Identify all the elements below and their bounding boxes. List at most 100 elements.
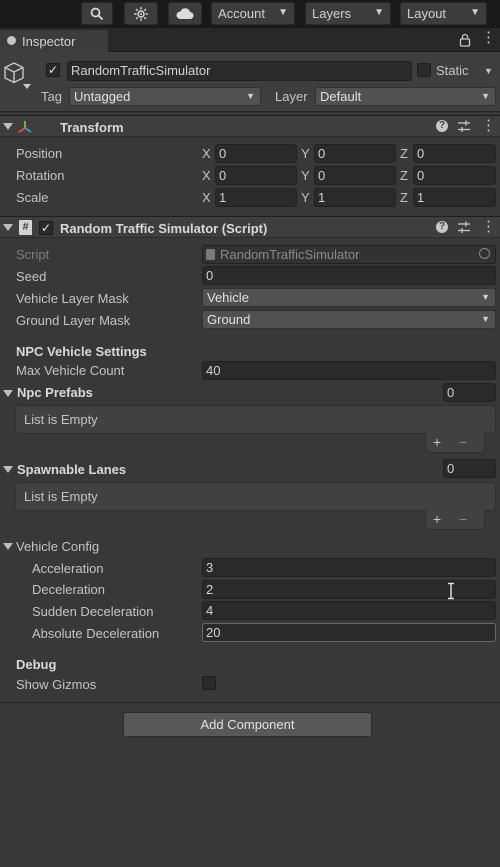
chevron-down-icon: ▼ (374, 7, 384, 18)
presets-icon[interactable] (457, 120, 471, 133)
axis-y-label: Y (301, 168, 310, 183)
npc-prefabs-label: Npc Prefabs (17, 385, 93, 400)
show-gizmos-checkbox[interactable] (202, 676, 216, 690)
acceleration-field[interactable]: 3 (202, 558, 496, 577)
add-element-button[interactable]: + (433, 511, 441, 527)
list-empty-text: List is Empty (24, 489, 98, 504)
vehicle-layer-mask-value: Vehicle (207, 290, 249, 305)
chevron-down-icon: ▼ (481, 314, 490, 324)
lock-icon[interactable] (459, 33, 471, 47)
info-icon (7, 36, 16, 45)
rotation-y-field[interactable]: 0 (314, 166, 396, 185)
acceleration-label: Acceleration (32, 561, 104, 576)
tab-strip: Inspector ⋮ (0, 28, 500, 52)
transform-title: Transform (60, 120, 124, 135)
layout-label: Layout (407, 6, 447, 21)
layout-dropdown[interactable]: Layout ▼ (400, 2, 487, 25)
sudden-deceleration-label: Sudden Deceleration (32, 604, 154, 619)
absolute-deceleration-field[interactable]: 20 (202, 623, 496, 642)
search-button[interactable] (81, 2, 113, 25)
help-icon[interactable]: ? (436, 221, 448, 233)
add-component-button[interactable]: Add Component (123, 712, 372, 737)
seed-field[interactable]: 0 (202, 266, 496, 285)
script-file-icon: # (19, 220, 32, 235)
script-component-title: Random Traffic Simulator (Script) (60, 221, 268, 236)
collab-button[interactable] (124, 2, 158, 25)
foldout-arrow-icon[interactable] (3, 466, 13, 473)
script-enabled-checkbox[interactable]: ✓ (39, 221, 53, 235)
gameobject-name-field[interactable]: RandomTrafficSimulator (67, 61, 412, 81)
chevron-down-icon: ▼ (481, 91, 490, 101)
rotation-x-field[interactable]: 0 (215, 166, 297, 185)
rotation-z-field[interactable]: 0 (413, 166, 496, 185)
scale-z-field[interactable]: 1 (413, 188, 496, 207)
scale-x-field[interactable]: 1 (215, 188, 297, 207)
npc-prefabs-size-field[interactable]: 0 (443, 383, 496, 402)
more-vert-icon[interactable]: ⋮ (481, 219, 496, 234)
account-dropdown[interactable]: Account ▼ (211, 2, 295, 25)
layers-label: Layers (312, 6, 352, 21)
text-cursor-icon (448, 582, 454, 600)
axis-y-label: Y (301, 190, 310, 205)
object-picker-icon[interactable] (479, 248, 490, 259)
tab-inspector[interactable]: Inspector (0, 30, 108, 52)
position-z-field[interactable]: 0 (413, 144, 496, 163)
position-label: Position (16, 146, 63, 161)
gameobject-active-checkbox[interactable]: ✓ (46, 63, 60, 77)
collab-icon (134, 6, 148, 21)
tag-value: Untagged (74, 89, 131, 104)
axis-x-label: X (202, 168, 211, 183)
script-object-value: RandomTrafficSimulator (220, 247, 360, 262)
remove-element-button[interactable]: − (459, 511, 467, 527)
more-vert-icon[interactable]: ⋮ (481, 30, 496, 45)
foldout-arrow-icon[interactable] (3, 543, 13, 550)
vehicle-layer-mask-label: Vehicle Layer Mask (16, 291, 129, 306)
scale-label: Scale (16, 190, 49, 205)
vehicle-layer-mask-dropdown[interactable]: Vehicle ▼ (202, 288, 496, 307)
more-vert-icon[interactable]: ⋮ (481, 118, 496, 133)
divider (0, 702, 500, 703)
sudden-deceleration-field[interactable]: 4 (202, 601, 496, 620)
chevron-down-icon: ▼ (481, 292, 490, 302)
transform-icon (18, 121, 32, 133)
foldout-arrow-icon[interactable] (3, 224, 13, 231)
layer-label: Layer (275, 89, 308, 104)
search-icon (90, 7, 104, 20)
seed-label: Seed (16, 269, 47, 284)
axis-z-label: Z (400, 146, 408, 161)
layers-dropdown[interactable]: Layers ▼ (305, 2, 391, 25)
axis-x-label: X (202, 146, 211, 161)
spawnable-lanes-size-field[interactable]: 0 (443, 459, 496, 478)
show-gizmos-label: Show Gizmos (16, 677, 97, 692)
position-y-field[interactable]: 0 (314, 144, 396, 163)
npc-settings-header: NPC Vehicle Settings (16, 344, 147, 359)
tag-dropdown[interactable]: Untagged ▼ (69, 87, 261, 106)
script-object-field[interactable]: RandomTrafficSimulator (202, 245, 496, 264)
cloud-button[interactable] (168, 2, 202, 25)
rotation-label: Rotation (16, 168, 65, 183)
script-asset-icon (206, 249, 215, 260)
static-checkbox[interactable] (417, 63, 431, 77)
axis-z-label: Z (400, 168, 408, 183)
presets-icon[interactable] (457, 221, 471, 234)
top-toolbar: Account ▼ Layers ▼ Layout ▼ (0, 0, 500, 28)
chevron-down-icon: ▼ (470, 7, 480, 18)
gameobject-cube-icon[interactable] (3, 60, 33, 92)
foldout-arrow-icon[interactable] (3, 123, 13, 130)
npc-prefabs-list: List is Empty (15, 405, 496, 434)
foldout-arrow-icon[interactable] (3, 390, 13, 397)
chevron-down-icon: ▼ (246, 91, 255, 101)
vehicle-config-label: Vehicle Config (16, 539, 100, 554)
scale-y-field[interactable]: 1 (314, 188, 396, 207)
debug-header: Debug (16, 657, 57, 672)
max-vehicle-count-field[interactable]: 40 (202, 361, 496, 380)
position-x-field[interactable]: 0 (215, 144, 297, 163)
ground-layer-mask-dropdown[interactable]: Ground ▼ (202, 310, 496, 329)
layer-dropdown[interactable]: Default ▼ (315, 87, 496, 106)
max-vehicle-count-label: Max Vehicle Count (16, 363, 125, 378)
spawnable-lanes-list: List is Empty (15, 482, 496, 511)
add-element-button[interactable]: + (433, 434, 441, 450)
help-icon[interactable]: ? (436, 120, 448, 132)
remove-element-button[interactable]: − (459, 434, 467, 450)
static-dropdown-arrow-icon[interactable]: ▼ (484, 66, 493, 76)
